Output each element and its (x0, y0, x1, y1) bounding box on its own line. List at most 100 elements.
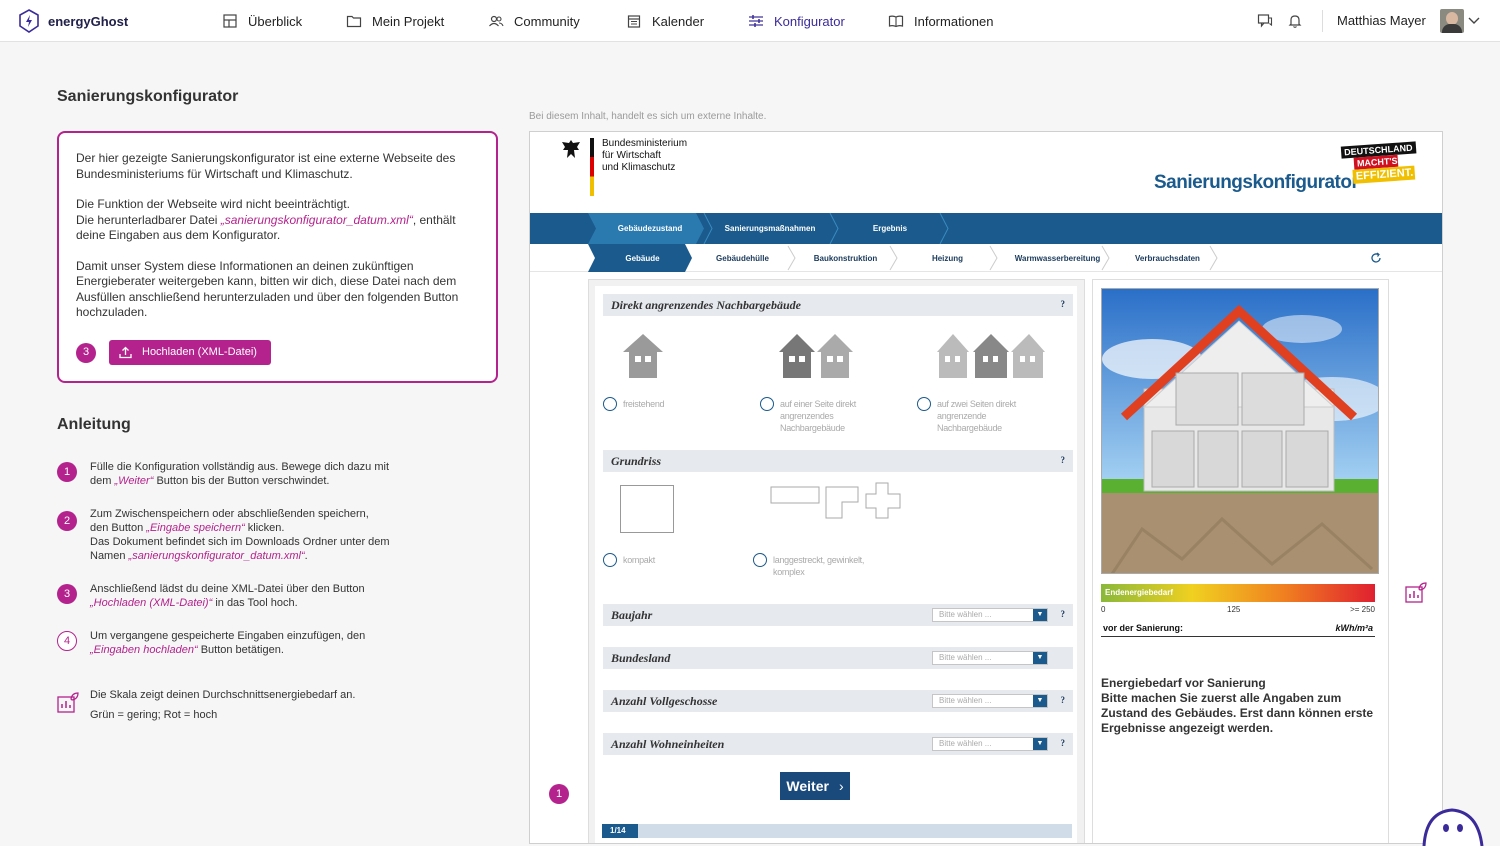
section-header-neighbor: Direkt angrenzendes Nachbargebäude? (603, 294, 1073, 316)
subtab-building[interactable]: Gebäude (595, 244, 690, 272)
energy-scale-bar: Endenergiebedarf (1101, 584, 1375, 602)
chart-leaf-icon[interactable] (1405, 582, 1427, 604)
step-badge: 4 (57, 631, 77, 651)
nav-label: Überblick (248, 13, 303, 29)
tab-building-state[interactable]: Gebäudezustand (600, 213, 700, 244)
option-label: langgestreckt, gewinkelt, komplex (773, 555, 865, 577)
info-paragraph: Damit unser System diese Informationen a… (76, 258, 459, 320)
nav-label: Konfigurator (774, 13, 845, 29)
instruction-text: Um vergangene gespeicherte Eingaben einz… (90, 630, 366, 656)
info-text: Die herunterladbarer Datei (76, 212, 221, 227)
user-name[interactable]: Matthias Mayer (1337, 13, 1426, 28)
ministry-name: Bundesministerium für Wirtschaft und Klima… (602, 138, 688, 173)
select-floors[interactable]: Bitte wählen ... ▼ (932, 694, 1048, 708)
chevron-down-icon[interactable] (1468, 16, 1480, 26)
ghost-assistant-icon[interactable] (1418, 806, 1488, 846)
info-box: Der hier gezeigte Sanierungskonfigurator… (57, 131, 498, 383)
campaign-badge: DEUTSCHLAND MACHT'S EFFIZIENT. (1340, 141, 1418, 184)
flag-bar (590, 138, 594, 196)
chevron-down-icon: ▼ (1033, 695, 1047, 707)
main-tabs: Gebäudezustand Sanierungsmaßnahmen Ergeb… (530, 213, 1442, 244)
option-label: freistehend (623, 399, 665, 409)
compact-floorplan-shape (620, 485, 674, 533)
page-title: Sanierungskonfigurator (57, 88, 239, 105)
app-logo[interactable]: energyGhost (18, 9, 128, 33)
help-icon[interactable]: ? (1061, 695, 1066, 705)
nav-community[interactable]: Community (488, 0, 580, 42)
book-icon (888, 15, 904, 28)
section-header-floorplan: Grundriss? (603, 450, 1073, 472)
overview-icon (223, 14, 237, 28)
sub-tabs: Gebäude Gebäudehülle Baukonstruktion Hei… (530, 244, 1442, 272)
semi-detached-house-icon (779, 334, 853, 378)
bell-icon[interactable] (1287, 13, 1303, 29)
nav-label: Community (514, 13, 580, 29)
instruction-text: Die Skala zeigt deinen Durchschnittsener… (90, 689, 356, 721)
top-navigation-bar: energyGhost Überblick Mein Projekt Commu… (0, 0, 1500, 42)
detached-house-icon (623, 334, 663, 378)
progress-fill: 1/14 (602, 824, 638, 838)
chevron-down-icon: ▼ (1033, 738, 1047, 750)
chat-icon[interactable] (1257, 13, 1273, 29)
avatar[interactable] (1440, 9, 1464, 33)
help-icon[interactable]: ? (1061, 455, 1066, 465)
info-text: Die Funktion der Webseite wird nicht bee… (76, 197, 350, 211)
info-paragraph: Die Funktion der Webseite wird nicht bee… (76, 197, 479, 244)
step-badge: 1 (549, 784, 569, 804)
progress-bar: 1/14 (602, 824, 1072, 838)
complex-floorplan-shapes (770, 482, 901, 519)
nav-label: Informationen (914, 13, 994, 29)
radio-one-side[interactable] (760, 397, 774, 411)
option-label: auf einer Seite direkt angrenzendes Nach… (780, 399, 856, 433)
help-icon[interactable]: ? (1061, 299, 1066, 309)
nav-overview[interactable]: Überblick (222, 0, 302, 42)
select-year[interactable]: Bitte wählen ... ▼ (932, 608, 1048, 622)
tab-measures[interactable]: Sanierungsmaßnahmen (710, 213, 830, 244)
chevron-down-icon: ▼ (1033, 609, 1047, 621)
instruction-text: Anschließend lädst du deine XML-Datei üb… (90, 583, 365, 609)
before-renovation-row: vor der Sanierung: kWh/m²a (1101, 620, 1375, 637)
option-label: kompakt (623, 555, 655, 565)
ministry-logo: Bundesministerium für Wirtschaft und Klima… (560, 138, 702, 196)
sliders-icon (749, 15, 763, 27)
step-badge: 3 (76, 343, 96, 363)
configurator-title: Sanierungskonfigurator (1154, 172, 1359, 193)
subtab-hot-water[interactable]: Warmwasserbereitung (1000, 244, 1115, 272)
tab-result[interactable]: Ergebnis (840, 213, 940, 244)
calendar-icon (627, 15, 641, 28)
nav-information[interactable]: Informationen (888, 0, 994, 42)
option-label: auf zwei Seiten direkt angrenzende Nachb… (937, 399, 1016, 433)
upload-xml-button[interactable]: Hochladen (XML-Datei) (109, 340, 271, 365)
radio-two-sides[interactable] (917, 397, 931, 411)
nav-configurator[interactable]: Konfigurator (748, 0, 845, 42)
app-name: energyGhost (48, 13, 129, 29)
subtab-heating[interactable]: Heizung (900, 244, 995, 272)
nav-my-project[interactable]: Mein Projekt (346, 0, 444, 42)
subtab-envelope[interactable]: Gebäudehülle (695, 244, 790, 272)
radio-detached[interactable] (603, 397, 617, 411)
house-illustration (1101, 288, 1379, 574)
radio-compact[interactable] (603, 553, 617, 567)
nav-label: Mein Projekt (372, 13, 445, 29)
upload-label: Hochladen (XML-Datei) (142, 345, 257, 358)
subtab-consumption[interactable]: Verbrauchsdaten (1115, 244, 1220, 272)
radio-complex[interactable] (753, 553, 767, 567)
step-badge: 2 (57, 511, 77, 531)
refresh-icon[interactable] (1370, 252, 1382, 264)
external-configurator-frame[interactable]: Bundesministerium für Wirtschaft und Klima… (529, 131, 1443, 844)
help-icon[interactable]: ? (1061, 609, 1066, 619)
select-units[interactable]: Bitte wählen ... ▼ (932, 737, 1048, 751)
community-icon (489, 15, 504, 27)
chevron-down-icon: ▼ (1033, 652, 1047, 664)
next-button[interactable]: Weiter › (780, 772, 850, 800)
help-icon[interactable]: ? (1061, 738, 1066, 748)
form-panel: Direkt angrenzendes Nachbargebäude? frei… (588, 279, 1085, 843)
form-panel-inner: Direkt angrenzendes Nachbargebäude? frei… (595, 286, 1077, 843)
energy-demand-info: Energiebedarf vor Sanierung Bitte machen … (1101, 676, 1374, 735)
select-state[interactable]: Bitte wählen ... ▼ (932, 651, 1048, 665)
subtab-construction[interactable]: Baukonstruktion (798, 244, 893, 272)
file-name: „sanierungskonfigurator_datum.xml“ (220, 212, 413, 227)
nav-calendar[interactable]: Kalender (626, 0, 704, 42)
ghost-logo-icon (19, 9, 39, 33)
instruction-text: Zum Zwischenspeichern oder abschließende… (90, 508, 390, 562)
